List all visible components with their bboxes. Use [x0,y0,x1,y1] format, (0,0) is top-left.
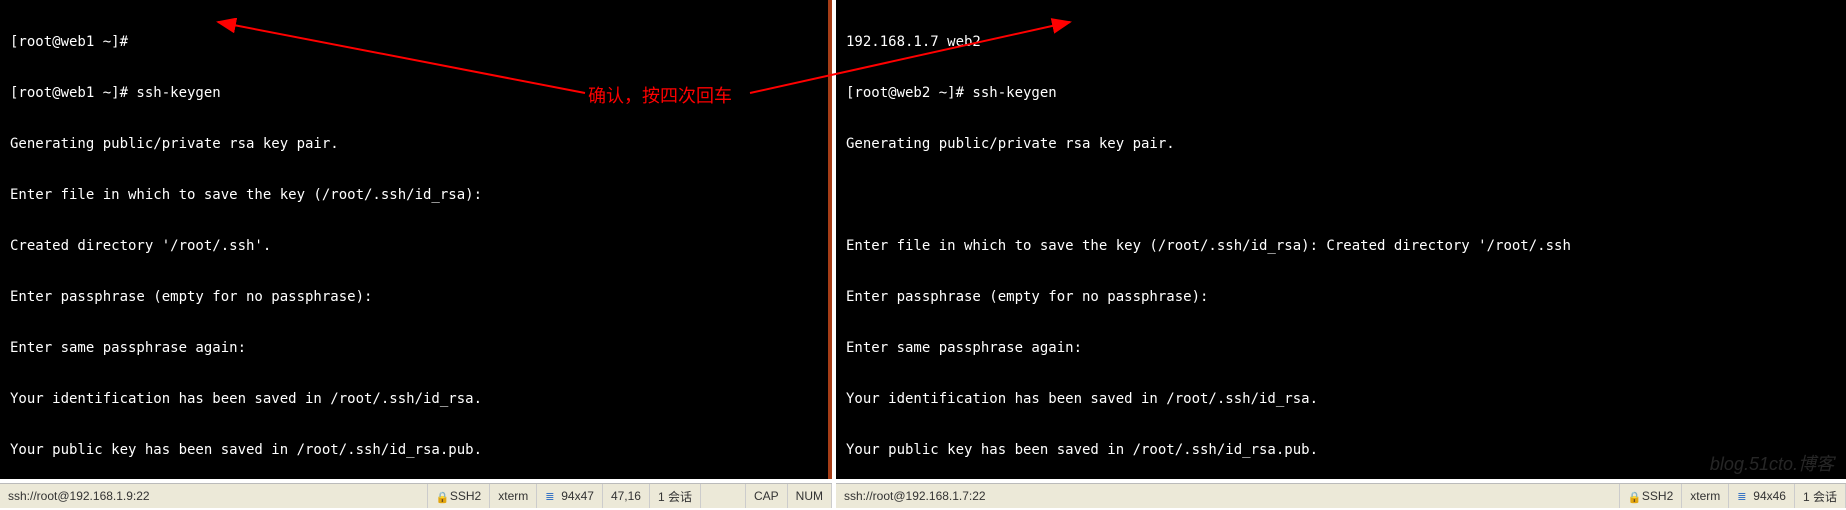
status-cap: CAP [746,484,788,508]
status-size: ≣ 94x46 [1729,484,1795,508]
status-size-text: 94x46 [1753,489,1786,503]
watermark-text: blog.51cto.博客 [1710,450,1834,476]
term-line: Enter same passphrase again: [0,340,828,357]
status-protocol: 🔒 SSH2 [1620,484,1682,508]
term-line: Created directory '/root/.ssh'. [0,238,828,255]
status-session: 1 会话 [1795,484,1846,508]
status-connection: ssh://root@192.168.1.9:22 [0,484,428,508]
term-line: Enter file in which to save the key (/ro… [836,238,1846,255]
statusbar-web2: ssh://root@192.168.1.7:22 🔒 SSH2 xterm ≣… [836,483,1846,508]
status-protocol: 🔒 SSH2 [428,484,490,508]
status-session: 1 会话 [650,484,701,508]
status-proto-text: SSH2 [1642,489,1673,503]
status-size: ≣ 94x47 [537,484,603,508]
term-line: Enter passphrase (empty for no passphras… [0,289,828,306]
lock-icon: 🔒 [1628,491,1638,501]
term-line: Your public key has been saved in /root/… [836,442,1846,459]
term-line: Your identification has been saved in /r… [836,391,1846,408]
term-line: 192.168.1.7 web2 [836,34,1846,51]
status-term: xterm [1682,484,1729,508]
status-term: xterm [490,484,537,508]
status-spacer [701,484,746,508]
term-line: Enter same passphrase again: [836,340,1846,357]
term-line: Generating public/private rsa key pair. [0,136,828,153]
status-proto-text: SSH2 [450,489,481,503]
status-num: NUM [788,484,832,508]
status-connection: ssh://root@192.168.1.7:22 [836,484,1620,508]
term-line: Enter passphrase (empty for no passphras… [836,289,1846,306]
term-line-cmd: [root@web2 ~]# ssh-keygen [836,85,1846,102]
term-line: Your identification has been saved in /r… [0,391,828,408]
container: { "left_terminal": { "lines": [ "[root@w… [0,0,1846,510]
terminal-pane-web2[interactable]: 192.168.1.7 web2 [root@web2 ~]# ssh-keyg… [836,0,1846,479]
status-size-text: 94x47 [561,489,594,503]
term-line: [root@web1 ~]# [0,34,828,51]
term-line: Generating public/private rsa key pair. [836,136,1846,153]
status-position: 47,16 [603,484,650,508]
term-line: Enter file in which to save the key (/ro… [0,187,828,204]
term-line [836,187,1846,204]
terminal-pane-web1[interactable]: [root@web1 ~]# [root@web1 ~]# ssh-keygen… [0,0,832,479]
term-line: Your public key has been saved in /root/… [0,442,828,459]
annotation-text: 确认，按四次回车 [588,82,732,108]
dimensions-icon: ≣ [545,490,557,502]
statusbar-web1: ssh://root@192.168.1.9:22 🔒 SSH2 xterm ≣… [0,483,832,508]
lock-icon: 🔒 [436,491,446,501]
dimensions-icon: ≣ [1737,490,1749,502]
